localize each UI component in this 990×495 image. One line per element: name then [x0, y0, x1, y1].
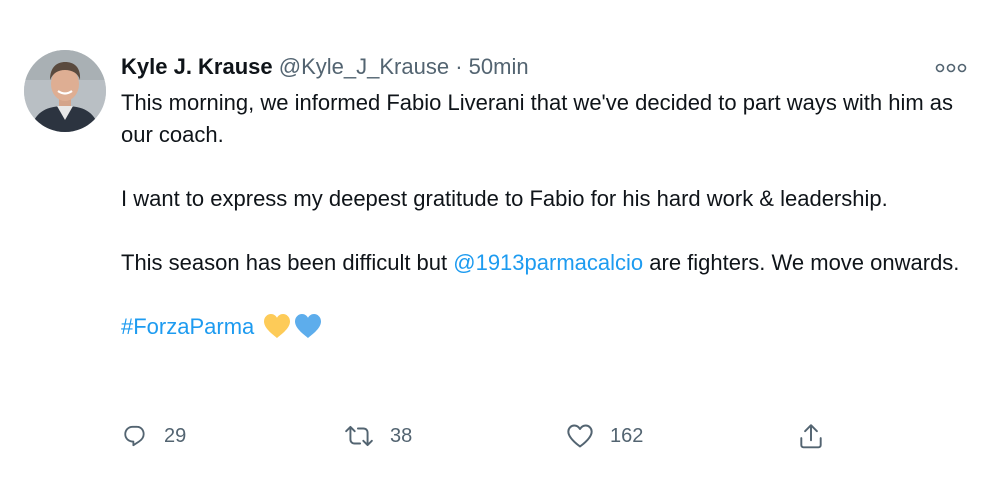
tweet-card: Kyle J. Krause @Kyle_J_Krause · 50min Th… — [0, 0, 990, 495]
reply-icon — [124, 425, 145, 447]
retweet-count: 38 — [390, 424, 413, 447]
more-options-icon[interactable] — [935, 60, 967, 76]
reply-count: 29 — [164, 424, 187, 447]
tweet-header: Kyle J. Krause @Kyle_J_Krause · 50min — [121, 53, 529, 81]
retweet-icon — [345, 425, 373, 447]
separator-dot: · — [455, 54, 463, 79]
avatar[interactable] — [24, 50, 106, 132]
tweet-paragraph: #ForzaParma — [121, 311, 971, 348]
like-button[interactable]: 162 — [566, 416, 643, 456]
author-handle[interactable]: @Kyle_J_Krause — [279, 54, 449, 79]
share-button[interactable] — [798, 416, 824, 456]
like-count: 162 — [610, 424, 644, 447]
tweet-text: This season has been difficult but — [121, 250, 454, 275]
tweet-paragraph: This season has been difficult but @1913… — [121, 247, 971, 279]
reply-button[interactable]: 29 — [122, 416, 186, 456]
tweet-body: This morning, we informed Fabio Liverani… — [121, 87, 971, 380]
hashtag-link[interactable]: #ForzaParma — [121, 314, 254, 339]
share-icon — [800, 424, 822, 449]
avatar-photo — [24, 50, 106, 132]
tweet-paragraph: This morning, we informed Fabio Liverani… — [121, 90, 954, 147]
mention-link[interactable]: @1913parmacalcio — [453, 250, 643, 275]
author-name[interactable]: Kyle J. Krause — [121, 54, 273, 79]
tweet-text: are fighters. We move onwards. — [643, 250, 960, 275]
tweet-actions: 29 38 162 — [0, 416, 990, 456]
tweet-paragraph: I want to express my deepest gratitude t… — [121, 186, 888, 211]
like-icon — [567, 424, 593, 448]
timestamp[interactable]: 50min — [469, 54, 529, 79]
heart-emojis — [262, 313, 324, 348]
blue-heart-icon — [295, 314, 322, 338]
retweet-button[interactable]: 38 — [344, 416, 412, 456]
yellow-heart-icon — [264, 314, 291, 338]
